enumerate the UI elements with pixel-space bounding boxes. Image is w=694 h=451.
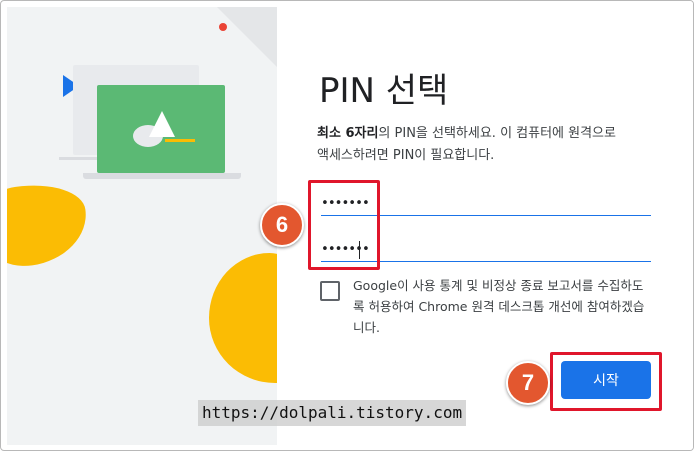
step-badge-6: 6 xyxy=(260,203,304,247)
pin-description: 최소 6자리의 PIN을 선택하세요. 이 컴퓨터에 원격으로 액세스하려면 P… xyxy=(317,123,617,167)
desk-line-decoration xyxy=(59,157,99,160)
illustration-panel xyxy=(7,7,277,445)
yellow-line-decoration xyxy=(165,139,195,142)
highlight-box-start-button xyxy=(550,352,662,411)
yellow-blob-right xyxy=(209,253,277,383)
page-title: PIN 선택 xyxy=(319,71,449,111)
step-badge-7: 7 xyxy=(506,361,550,405)
laptop-base-illustration xyxy=(83,173,241,179)
description-bold: 최소 6자리 xyxy=(317,126,379,141)
highlight-box-pin-fields xyxy=(308,180,380,270)
watermark-text: https://dolpali.tistory.com xyxy=(198,400,467,426)
corner-decoration xyxy=(217,7,277,67)
triangle-icon xyxy=(149,111,175,137)
usage-stats-checkbox[interactable] xyxy=(320,281,340,301)
yellow-blob-left xyxy=(7,177,93,273)
usage-stats-label: Google이 사용 통계 및 비정상 종료 보고서를 수집하도록 허용하여 C… xyxy=(353,278,645,335)
